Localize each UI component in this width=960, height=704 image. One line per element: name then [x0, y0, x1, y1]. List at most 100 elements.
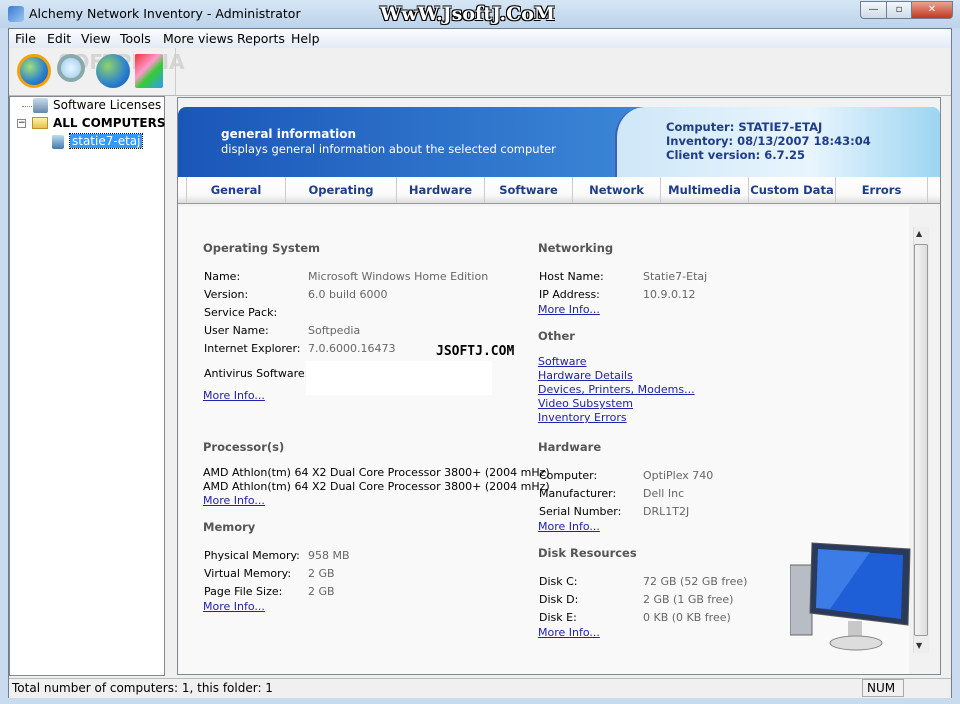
search-icon[interactable]	[57, 54, 85, 82]
ip-address-value: 10.9.0.12	[643, 288, 696, 301]
menu-view[interactable]: View	[81, 31, 111, 46]
disk-d-label: Disk D:	[539, 593, 579, 606]
hardware-details-link[interactable]: Hardware Details	[538, 369, 633, 382]
physical-memory-label: Physical Memory:	[204, 549, 300, 562]
other-section-title: Other	[538, 329, 575, 343]
watermark-text: JSOFTJ.COM	[436, 344, 515, 359]
ie-label: Internet Explorer:	[204, 342, 301, 355]
ie-value: 7.0.6000.16473	[308, 342, 396, 355]
tab-hardware[interactable]: Hardware	[396, 177, 484, 203]
computer-value: OptiPlex 740	[643, 469, 714, 482]
menu-file[interactable]: File	[15, 31, 36, 46]
disk-section-title: Disk Resources	[538, 546, 637, 560]
toolbar-separator	[175, 48, 176, 95]
manufacturer-value: Dell Inc	[643, 487, 685, 500]
processor-line: AMD Athlon(tm) 64 X2 Dual Core Processor…	[203, 480, 550, 493]
ip-address-label: IP Address:	[539, 288, 600, 301]
disk-e-value: 0 KB (0 KB free)	[643, 611, 731, 624]
scrollbar-thumb[interactable]	[914, 244, 928, 636]
processor-section-title: Processor(s)	[203, 440, 285, 454]
virtual-memory-value: 2 GB	[308, 567, 335, 580]
watermark: WwW.JsoftJ.CoM	[380, 3, 555, 25]
user-name-value: Softpedia	[308, 324, 361, 337]
window-title: Alchemy Network Inventory - Administrato…	[29, 6, 301, 21]
collapse-toggle[interactable]: −	[17, 119, 26, 128]
os-name-value: Microsoft Windows Home Edition	[308, 270, 489, 283]
header-subtitle: displays general information about the s…	[221, 142, 556, 156]
tab-multimedia[interactable]: Multimedia	[660, 177, 748, 203]
tab-general[interactable]: General	[186, 177, 285, 203]
host-name-value: Statie7-Etaj	[643, 270, 708, 283]
software-link[interactable]: Software	[538, 355, 587, 368]
disk-d-value: 2 GB (1 GB free)	[643, 593, 734, 606]
os-name-label: Name:	[204, 270, 241, 283]
header-title: general information	[221, 127, 356, 141]
disk-c-value: 72 GB (52 GB free)	[643, 575, 748, 588]
tab-operating-system[interactable]: Operating System	[285, 177, 396, 224]
memory-section-title: Memory	[203, 520, 256, 534]
maximize-button[interactable]: ▫	[886, 1, 912, 19]
inventory-errors-link[interactable]: Inventory Errors	[538, 411, 627, 424]
computer-icon	[52, 135, 64, 149]
os-version-value: 6.0 build 6000	[308, 288, 388, 301]
scroll-up-arrow-icon[interactable]: ▲	[916, 229, 922, 238]
refresh-globe-icon[interactable]	[17, 54, 51, 88]
menu-help[interactable]: Help	[291, 31, 320, 46]
tab-custom-data[interactable]: Custom Data	[748, 177, 835, 203]
service-pack-label: Service Pack:	[204, 306, 278, 319]
serial-number-value: DRL1T2J	[643, 505, 690, 518]
video-subsystem-link[interactable]: Video Subsystem	[538, 397, 633, 410]
networking-more-info-link[interactable]: More Info...	[538, 303, 600, 316]
tree-item-software-licenses[interactable]: Software Licenses	[53, 98, 161, 112]
hardware-more-info-link[interactable]: More Info...	[538, 520, 600, 533]
license-icon	[33, 98, 48, 113]
networking-section-title: Networking	[538, 241, 614, 255]
page-file-value: 2 GB	[308, 585, 335, 598]
menu-bar: File Edit View Tools More views Reports …	[9, 29, 951, 48]
reports-icon[interactable]	[135, 54, 163, 88]
minimize-button[interactable]: —	[860, 1, 887, 19]
client-version: Client version: 6.7.25	[666, 148, 805, 162]
hardware-section-title: Hardware	[538, 440, 602, 454]
disk-e-label: Disk E:	[539, 611, 577, 624]
tab-errors[interactable]: Errors	[835, 177, 928, 203]
disk-c-label: Disk C:	[539, 575, 578, 588]
computer-name: Computer: STATIE7-ETAJ	[666, 120, 823, 134]
host-name-label: Host Name:	[539, 270, 604, 283]
menu-edit[interactable]: Edit	[47, 31, 71, 46]
physical-memory-value: 958 MB	[308, 549, 350, 562]
folder-icon	[32, 117, 48, 129]
os-more-info-link[interactable]: More Info...	[203, 389, 265, 402]
memory-more-info-link[interactable]: More Info...	[203, 600, 265, 613]
tab-software[interactable]: Software	[484, 177, 572, 203]
disk-more-info-link[interactable]: More Info...	[538, 626, 600, 639]
computer-label: Computer:	[539, 469, 598, 482]
status-text: Total number of computers: 1, this folde…	[12, 681, 273, 695]
inventory-date: Inventory: 08/13/2007 18:43:04	[666, 134, 871, 148]
os-version-label: Version:	[204, 288, 249, 301]
menu-reports[interactable]: Reports	[237, 31, 285, 46]
tab-network[interactable]: Network	[572, 177, 660, 203]
tree-line	[22, 106, 32, 107]
manufacturer-label: Manufacturer:	[539, 487, 617, 500]
tree-item-statie7-etaj[interactable]: statie7-etaj	[68, 133, 144, 149]
menu-tools[interactable]: Tools	[120, 31, 151, 46]
antivirus-value	[306, 361, 492, 395]
scroll-down-arrow-icon[interactable]: ▼	[916, 641, 922, 650]
virtual-memory-label: Virtual Memory:	[204, 567, 292, 580]
devices-link[interactable]: Devices, Printers, Modems...	[538, 383, 695, 396]
user-name-label: User Name:	[204, 324, 269, 337]
close-button[interactable]: ✕	[911, 1, 953, 19]
app-icon	[8, 6, 24, 22]
processor-line: AMD Athlon(tm) 64 X2 Dual Core Processor…	[203, 466, 550, 479]
processor-more-info-link[interactable]: More Info...	[203, 494, 265, 507]
num-lock-indicator: NUM	[862, 679, 904, 697]
page-file-label: Page File Size:	[204, 585, 283, 598]
computer-monitor-icon	[790, 542, 911, 651]
antivirus-label: Antivirus Software:	[204, 367, 309, 380]
menu-more-views[interactable]: More views	[163, 31, 233, 46]
internet-explorer-icon[interactable]	[96, 54, 130, 88]
tree-item-all-computers[interactable]: ALL COMPUTERS	[53, 116, 166, 130]
os-section-title: Operating System	[203, 241, 321, 255]
serial-number-label: Serial Number:	[539, 505, 622, 518]
